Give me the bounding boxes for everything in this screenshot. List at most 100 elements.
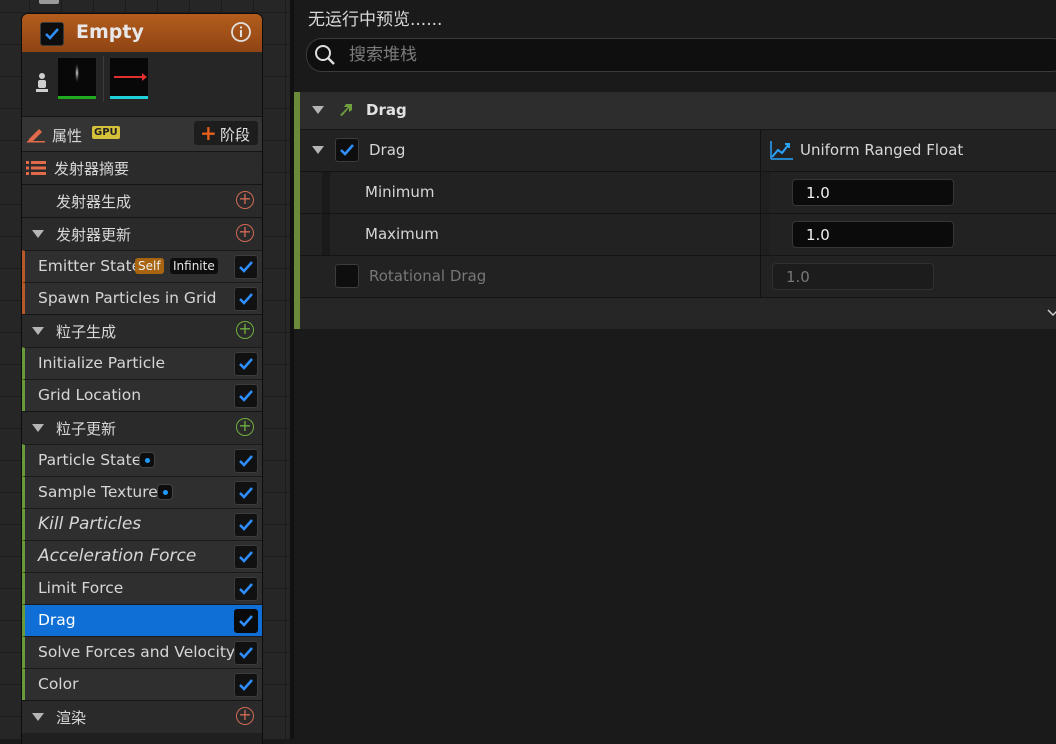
rotational-drag-row[interactable]: Rotational Drag 1.0	[300, 256, 1056, 298]
module-enable-checkbox[interactable]	[234, 513, 258, 537]
add-module-icon[interactable]: +	[236, 224, 254, 242]
search-input[interactable]	[347, 43, 951, 67]
self-badge: Self	[135, 258, 164, 274]
module-spawn-particles-grid[interactable]: Spawn Particles in Grid	[22, 282, 262, 314]
stage-button-label: 阶段	[220, 126, 251, 144]
indent-guide	[322, 172, 330, 213]
collapse-arrow-icon[interactable]	[312, 106, 324, 114]
properties-row[interactable]: 属性 GPU + 阶段	[22, 116, 262, 151]
module-label: Sample Texture	[38, 483, 158, 501]
section-emitter-spawn[interactable]: 发射器生成 +	[22, 184, 262, 217]
add-module-icon[interactable]: +	[236, 707, 254, 725]
section-title: Drag	[366, 101, 407, 119]
add-stage-button[interactable]: + 阶段	[194, 121, 258, 145]
gpu-badge: GPU	[92, 126, 120, 139]
module-limit-force[interactable]: Limit Force	[22, 572, 262, 604]
rotational-drag-value-field[interactable]: 1.0	[772, 263, 934, 290]
emitter-thumbnail[interactable]	[58, 58, 96, 99]
graph-canvas[interactable]: Empty 属性 GPU + 阶段 发射器摘要 发射器生成 + 发射器更新 + …	[0, 0, 290, 744]
drag-property-row[interactable]: Drag Uniform Ranged Float	[300, 130, 1056, 172]
stack-search[interactable]	[306, 38, 1056, 72]
check-icon	[239, 679, 253, 691]
section-label: 粒子更新	[56, 420, 117, 438]
column-splitter[interactable]	[760, 130, 761, 171]
minimum-property-row[interactable]: Minimum 1.0	[300, 172, 1056, 214]
chevron-down-icon[interactable]	[1046, 307, 1056, 319]
check-icon	[340, 144, 354, 156]
emitter-node[interactable]: Empty 属性 GPU + 阶段 发射器摘要 发射器生成 + 发射器更新 + …	[22, 14, 262, 744]
emitter-enable-checkbox[interactable]	[40, 22, 64, 46]
properties-label: 属性	[52, 127, 83, 145]
check-icon	[239, 390, 253, 402]
module-label: Grid Location	[38, 386, 142, 404]
advanced-expander[interactable]	[300, 298, 1056, 329]
sim-badge-icon	[157, 484, 173, 500]
module-label: Acceleration Force	[38, 546, 197, 566]
section-emitter-update[interactable]: 发射器更新 +	[22, 217, 262, 250]
module-drag[interactable]: Drag	[22, 604, 262, 636]
property-label: Drag	[369, 141, 406, 159]
module-enable-checkbox[interactable]	[234, 384, 258, 408]
add-module-icon[interactable]: +	[236, 321, 254, 339]
column-splitter[interactable]	[760, 214, 761, 255]
module-enable-checkbox[interactable]	[234, 609, 258, 633]
rotational-drag-checkbox[interactable]	[335, 264, 359, 288]
module-enable-checkbox[interactable]	[234, 352, 258, 376]
module-kill-particles[interactable]: Kill Particles	[22, 508, 262, 540]
drag-section-header[interactable]: Drag	[300, 92, 1056, 130]
section-particle-spawn[interactable]: 粒子生成 +	[22, 314, 262, 347]
collapse-arrow-icon[interactable]	[32, 424, 44, 432]
module-acceleration-force[interactable]: Acceleration Force	[22, 540, 262, 572]
property-label: Maximum	[365, 225, 439, 243]
collapse-arrow-icon[interactable]	[32, 713, 44, 721]
check-icon	[239, 551, 253, 563]
module-label: Limit Force	[38, 579, 124, 597]
info-icon[interactable]	[230, 21, 252, 43]
module-enable-checkbox[interactable]	[234, 255, 258, 279]
emitter-summary-row[interactable]: 发射器摘要	[22, 151, 262, 184]
column-splitter[interactable]	[760, 172, 761, 213]
particle-preview-icon	[74, 63, 80, 85]
module-particle-state[interactable]: Particle State	[22, 444, 262, 476]
thumbnail-strip	[22, 52, 262, 116]
value-type-dropdown[interactable]: Uniform Ranged Float	[800, 141, 963, 159]
drag-enable-checkbox[interactable]	[335, 138, 359, 162]
module-enable-checkbox[interactable]	[234, 545, 258, 569]
module-label: Emitter State	[38, 257, 142, 275]
sim-badge-icon	[139, 452, 155, 468]
module-color[interactable]: Color	[22, 668, 262, 700]
minimum-value-field[interactable]: 1.0	[792, 179, 954, 206]
module-enable-checkbox[interactable]	[234, 481, 258, 505]
section-particle-update[interactable]: 粒子更新 +	[22, 411, 262, 444]
section-render[interactable]: 渲染 +	[22, 700, 262, 733]
module-solve-forces[interactable]: Solve Forces and Velocity	[22, 636, 262, 668]
indent-guide	[322, 214, 330, 255]
collapse-arrow-icon[interactable]	[32, 327, 44, 335]
module-enable-checkbox[interactable]	[234, 287, 258, 311]
renderer-thumbnail[interactable]	[110, 58, 148, 99]
property-label: Rotational Drag	[369, 267, 487, 285]
search-icon	[315, 45, 335, 65]
curve-chart-icon[interactable]	[770, 140, 794, 160]
module-grid-location[interactable]: Grid Location	[22, 379, 262, 411]
column-splitter[interactable]	[760, 256, 761, 297]
emitter-header[interactable]: Empty	[22, 14, 262, 52]
collapse-arrow-icon[interactable]	[32, 230, 44, 238]
module-enable-checkbox[interactable]	[234, 577, 258, 601]
module-enable-checkbox[interactable]	[234, 641, 258, 665]
property-label: Minimum	[365, 183, 435, 201]
add-module-icon[interactable]: +	[236, 191, 254, 209]
add-module-icon[interactable]: +	[236, 418, 254, 436]
selection-panel: 无运行中预览...... Drag Drag	[294, 0, 1056, 739]
maximum-value-field[interactable]: 1.0	[792, 221, 954, 248]
module-enable-checkbox[interactable]	[234, 673, 258, 697]
collapse-arrow-icon[interactable]	[312, 146, 324, 154]
module-emitter-state[interactable]: Emitter State Self Infinite	[22, 250, 262, 282]
module-enable-checkbox[interactable]	[234, 449, 258, 473]
plus-icon: +	[200, 121, 217, 145]
person-icon[interactable]	[34, 72, 50, 94]
module-initialize-particle[interactable]: Initialize Particle	[22, 347, 262, 379]
module-label: Particle State	[38, 451, 142, 469]
maximum-property-row[interactable]: Maximum 1.0	[300, 214, 1056, 256]
module-sample-texture[interactable]: Sample Texture	[22, 476, 262, 508]
